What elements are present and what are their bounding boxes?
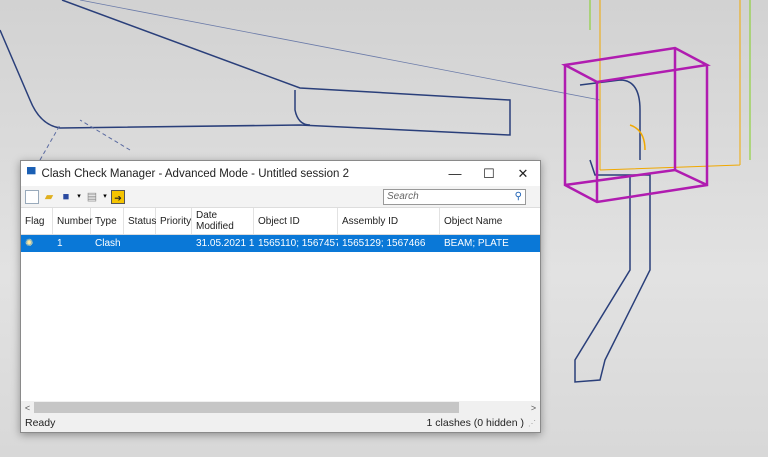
cell-priority: [156, 235, 192, 252]
cell-assembly-id: 1565129; 1567466: [342, 238, 426, 249]
search-icon[interactable]: ⚲: [515, 191, 522, 202]
flag-icon[interactable]: ✺: [21, 235, 53, 252]
column-header-priority[interactable]: Priority: [156, 208, 192, 234]
column-header-flag[interactable]: Flag: [21, 208, 53, 234]
column-header-date-modified[interactable]: Date Modified: [192, 208, 254, 234]
cell-type: Clash: [95, 238, 121, 249]
scroll-left-icon[interactable]: <: [21, 403, 34, 413]
cell-status: [124, 235, 156, 252]
column-header-status[interactable]: Status: [124, 208, 156, 234]
scrollbar-thumb[interactable]: [34, 402, 459, 413]
new-icon[interactable]: [25, 189, 39, 204]
save-icon[interactable]: ■: [59, 190, 73, 204]
maximize-button[interactable]: ☐: [472, 166, 506, 182]
cell-date-modified: 31.05.2021 1...: [196, 238, 254, 249]
table-row[interactable]: ✺ 1 Clash 31.05.2021 1... 1565110; 15674…: [21, 235, 540, 252]
window-title: Clash Check Manager - Advanced Mode - Un…: [41, 167, 349, 180]
minimize-button[interactable]: —: [438, 166, 472, 182]
open-folder-icon[interactable]: ▰: [42, 190, 56, 204]
toolbar: ▰ ■ ▾ ▤ ▾ ➔ Search ⚲: [21, 186, 540, 208]
cell-number: 1: [57, 238, 63, 249]
column-header-assembly-id[interactable]: Assembly ID: [338, 208, 440, 234]
search-input[interactable]: Search ⚲: [383, 188, 526, 205]
column-header-object-name[interactable]: Object Name: [440, 208, 538, 234]
app-icon: ▀: [27, 166, 36, 181]
table-header: Flag Number Type Status Priority Date Mo…: [21, 208, 540, 235]
save-dropdown-icon[interactable]: ▾: [76, 190, 82, 204]
column-header-type[interactable]: Type: [91, 208, 124, 234]
clash-box: [561, 46, 711, 204]
print-icon[interactable]: ▤: [85, 190, 99, 204]
print-dropdown-icon[interactable]: ▾: [102, 190, 108, 204]
resize-grip-icon[interactable]: ⋰: [528, 419, 536, 428]
cell-object-id: 1565110; 1567457: [258, 238, 338, 249]
clash-count: 1 clashes (0 hidden ): [426, 417, 524, 429]
horizontal-scrollbar[interactable]: < >: [21, 401, 540, 414]
export-icon[interactable]: ➔: [111, 189, 125, 204]
close-button[interactable]: ✕: [506, 166, 540, 182]
status-bar: Ready 1 clashes (0 hidden ) ⋰: [21, 414, 540, 432]
title-bar: ▀ Clash Check Manager - Advanced Mode - …: [21, 161, 540, 186]
cell-object-name: BEAM; PLATE: [444, 238, 509, 249]
column-header-object-id[interactable]: Object ID: [254, 208, 338, 234]
search-placeholder: Search: [387, 191, 419, 202]
status-text: Ready: [25, 417, 56, 429]
scroll-right-icon[interactable]: >: [527, 403, 540, 413]
clash-check-manager-window: ▀ Clash Check Manager - Advanced Mode - …: [20, 160, 541, 433]
column-header-number[interactable]: Number: [53, 208, 93, 234]
